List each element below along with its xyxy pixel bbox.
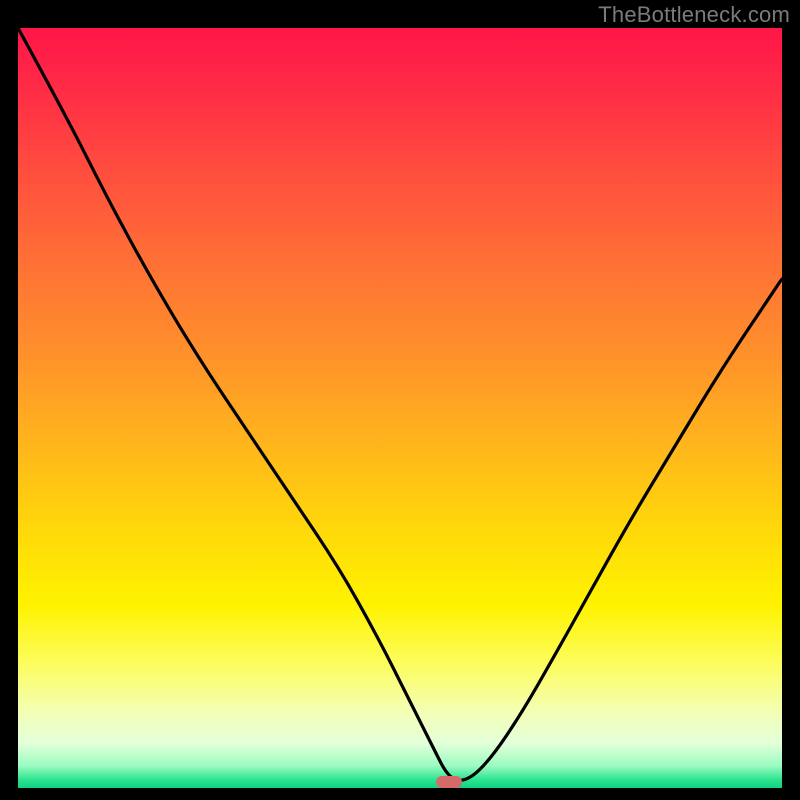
chart-frame: TheBottleneck.com <box>0 0 800 800</box>
curve-svg <box>18 28 782 788</box>
bottleneck-curve <box>18 28 782 780</box>
plot-area <box>18 28 782 788</box>
min-marker <box>436 776 462 788</box>
watermark-text: TheBottleneck.com <box>598 2 790 28</box>
